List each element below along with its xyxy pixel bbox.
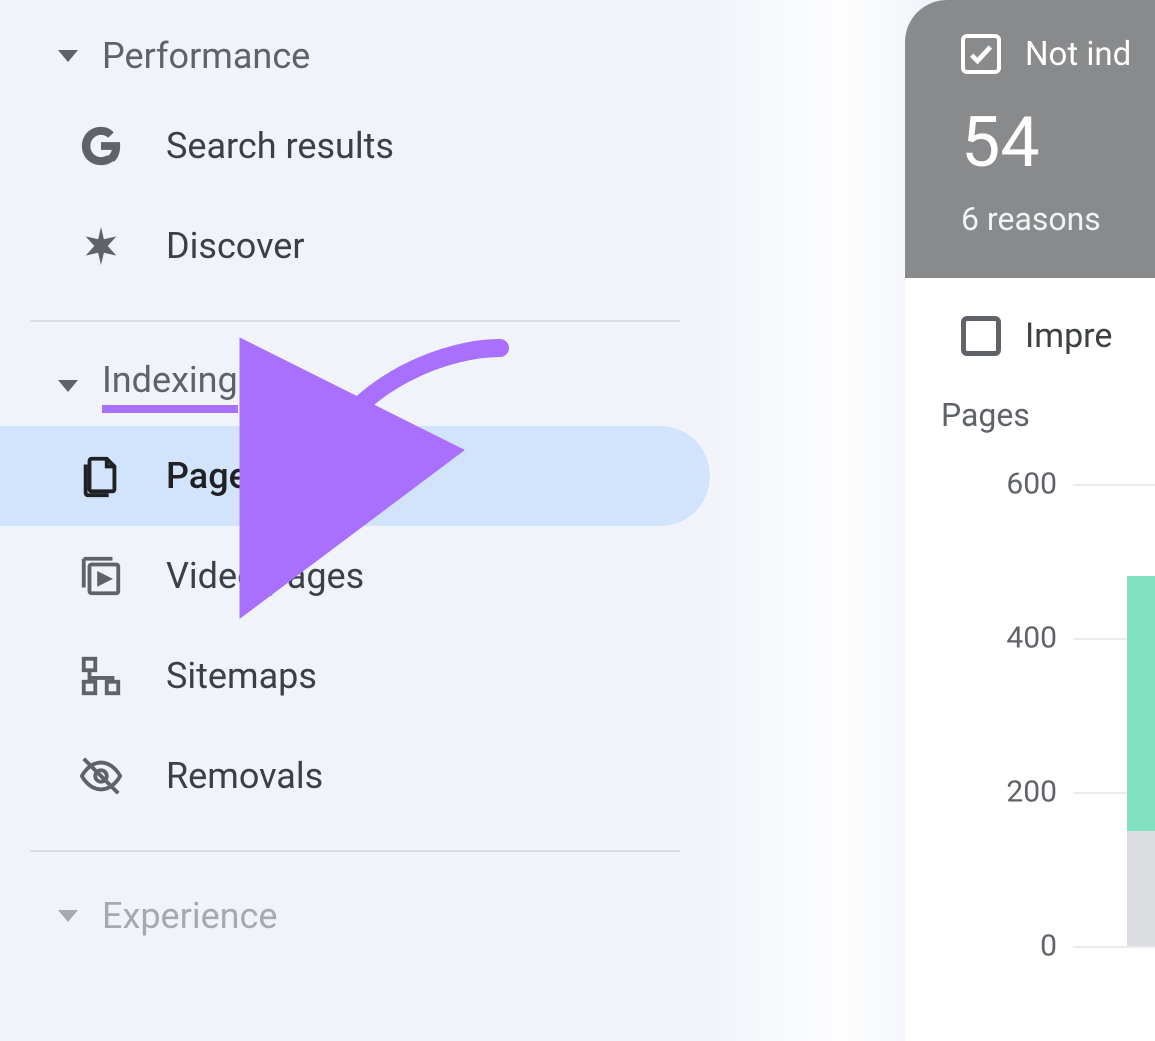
- sidebar-item-video-pages[interactable]: Video pages: [0, 526, 710, 626]
- y-tick: 0: [1040, 929, 1057, 964]
- chart-title: Pages: [941, 396, 1155, 434]
- y-tick: 200: [1006, 775, 1057, 810]
- card-impressions[interactable]: Impre: [905, 278, 1155, 356]
- section-header-indexing[interactable]: Indexing: [0, 346, 710, 426]
- fade-overlay: [700, 0, 940, 1041]
- checkbox-impressions[interactable]: [961, 316, 1001, 356]
- section-label: Experience: [102, 895, 277, 937]
- y-tick: 400: [1006, 621, 1057, 656]
- impressions-label: Impre: [1025, 316, 1112, 356]
- section-header-experience[interactable]: Experience: [0, 876, 710, 956]
- not-indexed-subtext: 6 reasons: [961, 200, 1155, 238]
- sidebar-item-label: Search results: [166, 125, 394, 167]
- bar-not-indexed: [1127, 831, 1155, 946]
- sidebar-item-removals[interactable]: Removals: [0, 726, 710, 826]
- y-tick: 600: [1006, 467, 1057, 502]
- divider: [30, 850, 680, 852]
- not-indexed-label: Not ind: [1025, 35, 1131, 74]
- chevron-down-icon: [58, 910, 78, 922]
- pages-icon: [78, 453, 124, 499]
- content-panel: Not ind 54 6 reasons Impre Pages 600 400…: [905, 0, 1155, 1041]
- not-indexed-count: 54: [961, 102, 1155, 184]
- sidebar-item-label: Discover: [166, 225, 305, 267]
- chart: 600 400 200 0: [941, 454, 1155, 954]
- chevron-down-icon: [58, 380, 78, 392]
- video-pages-icon: [78, 553, 124, 599]
- divider: [30, 320, 680, 322]
- checkbox-not-indexed[interactable]: [961, 34, 1001, 74]
- sidebar-item-label: Video pages: [166, 555, 364, 597]
- chevron-down-icon: [58, 50, 78, 62]
- google-g-icon: [78, 123, 124, 169]
- sitemap-icon: [78, 653, 124, 699]
- visibility-off-icon: [78, 753, 124, 799]
- card-not-indexed[interactable]: Not ind 54 6 reasons: [905, 0, 1155, 278]
- sidebar-item-discover[interactable]: Discover: [0, 196, 710, 296]
- sidebar-item-label: Pages: [166, 455, 266, 497]
- sidebar-item-search-results[interactable]: Search results: [0, 96, 710, 196]
- section-header-performance[interactable]: Performance: [0, 16, 710, 96]
- sidebar-item-pages[interactable]: Pages: [0, 426, 710, 526]
- sidebar-item-label: Sitemaps: [166, 655, 317, 697]
- gridline: [1073, 946, 1155, 948]
- gridline: [1073, 484, 1155, 486]
- sidebar: Performance Search results Discover: [0, 0, 710, 1041]
- section-label: Indexing: [102, 359, 238, 413]
- asterisk-icon: [78, 223, 124, 269]
- section-label: Performance: [102, 35, 310, 77]
- sidebar-item-sitemaps[interactable]: Sitemaps: [0, 626, 710, 726]
- sidebar-item-label: Removals: [166, 755, 323, 797]
- chart-pages-over-time: Pages 600 400 200 0: [905, 356, 1155, 954]
